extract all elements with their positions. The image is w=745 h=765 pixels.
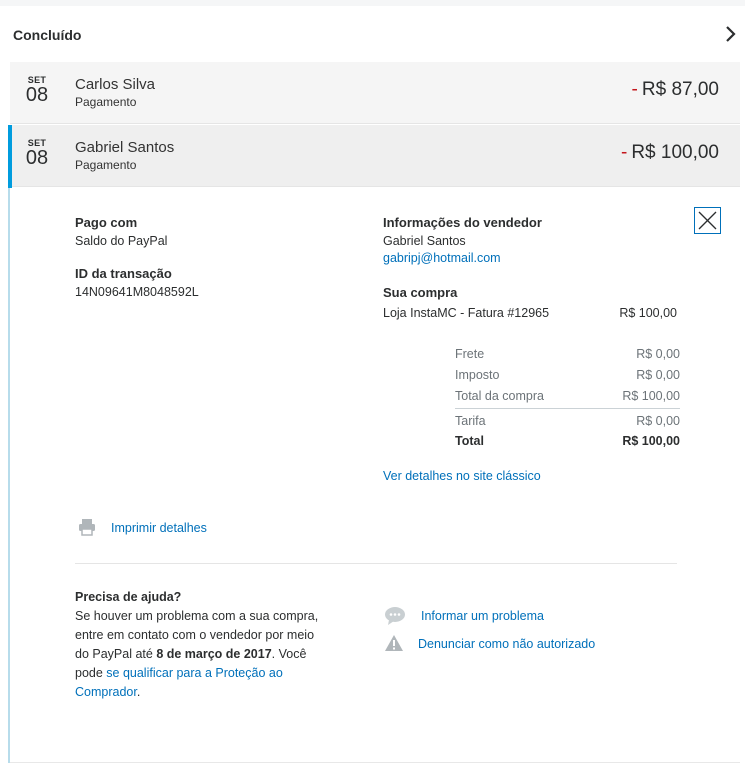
- transaction-detail-panel: Pago com Saldo do PayPal ID da transação…: [10, 188, 740, 763]
- minus-sign: -: [631, 79, 638, 100]
- date-day: 08: [25, 84, 49, 106]
- print-details-link[interactable]: Imprimir detalhes: [111, 521, 207, 535]
- breakdown-divider: [455, 408, 680, 409]
- seller-email-link[interactable]: gabripj@hotmail.com: [383, 251, 501, 265]
- report-unauthorized-link[interactable]: Denunciar como não autorizado: [418, 637, 595, 651]
- chat-bubble-icon: [385, 607, 405, 625]
- amount-value: R$ 100,00: [631, 142, 719, 163]
- transaction-type: Pagamento: [75, 158, 137, 172]
- date-day: 08: [25, 147, 49, 169]
- total-label: Total: [455, 434, 484, 448]
- breakdown-label: Frete: [455, 347, 485, 361]
- buyer-protection-link[interactable]: se qualificar para a Proteção ao Comprad…: [75, 666, 283, 699]
- transaction-row-selected[interactable]: SET 08 Gabriel Santos Pagamento - R$ 100,…: [10, 125, 740, 187]
- transaction-date: SET 08: [25, 138, 49, 168]
- help-section: Precisa de ajuda? Se houver um problema …: [75, 588, 325, 702]
- close-icon: [698, 211, 717, 230]
- breakdown-label: Total da compra: [455, 389, 544, 403]
- classic-details-link[interactable]: Ver detalhes no site clássico: [383, 469, 541, 483]
- breakdown-value: R$ 100,00: [622, 389, 680, 403]
- close-button[interactable]: [694, 207, 721, 234]
- breakdown-value: R$ 0,00: [636, 414, 680, 428]
- paid-with-value: Saldo do PayPal: [75, 234, 168, 248]
- seller-name: Gabriel Santos: [383, 234, 466, 248]
- breakdown-value: R$ 0,00: [636, 368, 680, 382]
- transaction-row[interactable]: SET 08 Carlos Silva Pagamento - R$ 87,00: [10, 62, 740, 124]
- chevron-right-icon[interactable]: [723, 24, 739, 44]
- transaction-amount: - R$ 100,00: [621, 142, 719, 164]
- transaction-type: Pagamento: [75, 95, 137, 109]
- purchase-item: Loja InstaMC - Fatura #12965: [383, 306, 550, 320]
- transaction-date: SET 08: [25, 75, 49, 105]
- help-deadline: 8 de março de 2017: [156, 647, 272, 661]
- breakdown-label: Imposto: [455, 368, 500, 382]
- transaction-amount: - R$ 87,00: [632, 79, 719, 101]
- help-text: .: [136, 685, 141, 699]
- seller-info-label: Informações do vendedor: [383, 215, 542, 230]
- purchase-label: Sua compra: [383, 285, 458, 300]
- minus-sign: -: [620, 142, 628, 163]
- section-title: Concluído: [13, 27, 82, 43]
- printer-icon: [79, 519, 95, 536]
- help-title: Precisa de ajuda?: [75, 590, 182, 604]
- transaction-id-value: 14N09641M8048592L: [75, 285, 199, 299]
- total-value: R$ 100,00: [622, 434, 680, 448]
- transaction-id-label: ID da transação: [75, 266, 172, 281]
- selected-accent-bar: [8, 125, 12, 188]
- breakdown-label: Tarifa: [455, 414, 486, 428]
- section-divider: [75, 563, 677, 564]
- breakdown-value: R$ 0,00: [636, 347, 680, 361]
- counterparty-name: Carlos Silva: [75, 76, 156, 93]
- amount-value: R$ 87,00: [641, 79, 719, 100]
- section-header[interactable]: Concluído: [0, 6, 745, 62]
- report-problem-link[interactable]: Informar um problema: [421, 609, 544, 623]
- counterparty-name: Gabriel Santos: [75, 139, 175, 156]
- warning-icon: [385, 635, 403, 651]
- purchase-amount: R$ 100,00: [619, 306, 677, 320]
- paid-with-label: Pago com: [75, 215, 138, 230]
